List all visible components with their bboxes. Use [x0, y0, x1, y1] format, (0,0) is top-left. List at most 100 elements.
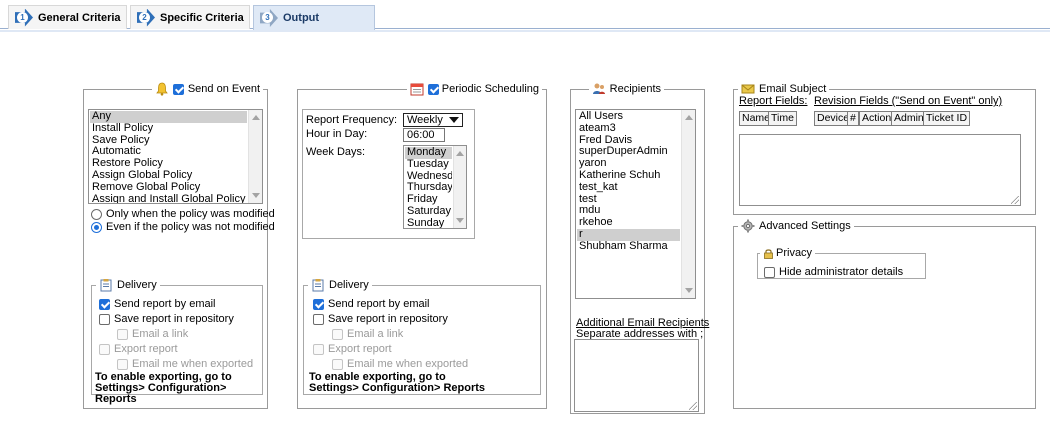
- privacy-legend: Privacy: [760, 247, 816, 259]
- export-report-label-mid: Export report: [328, 343, 392, 355]
- radio-only-modified[interactable]: Only when the policy was modified: [91, 208, 275, 220]
- send-on-event-title: Send on Event: [187, 83, 260, 95]
- send-email-option-left[interactable]: Send report by email: [99, 298, 216, 310]
- step-1-icon: 1: [15, 8, 33, 27]
- scroll-down-icon[interactable]: [252, 193, 260, 198]
- event-list-item[interactable]: Remove Global Policy: [90, 182, 247, 194]
- tab-output[interactable]: 3 Output: [253, 5, 375, 30]
- hide-admin-option[interactable]: Hide administrator details: [764, 266, 903, 278]
- send-email-checkbox-left[interactable]: [99, 298, 110, 310]
- event-listbox[interactable]: Any Install Policy Save Policy Automatic Res…: [88, 109, 263, 204]
- event-list-item[interactable]: Assign Global Policy: [90, 170, 247, 182]
- hide-admin-checkbox[interactable]: [764, 266, 775, 278]
- save-repo-option-left[interactable]: Save report in repository: [99, 313, 234, 325]
- send-email-checkbox-mid[interactable]: [313, 298, 324, 310]
- export-note-left: To enable exporting, go to Settings> Con…: [95, 371, 232, 405]
- recipient-list-item[interactable]: superDuperAdmin: [577, 146, 680, 158]
- advanced-settings-title: Advanced Settings: [759, 220, 851, 232]
- event-list-item[interactable]: Any: [90, 111, 247, 123]
- event-list-item[interactable]: Automatic: [90, 146, 247, 158]
- recipient-list-item[interactable]: Fred Davis: [577, 135, 680, 147]
- recipient-list-item[interactable]: yaron: [577, 158, 680, 170]
- field-action-button[interactable]: Action: [859, 111, 895, 126]
- save-repo-checkbox-mid[interactable]: [313, 313, 324, 325]
- event-list-scrollbar[interactable]: [248, 110, 262, 203]
- scroll-up-icon[interactable]: [685, 115, 693, 120]
- recipient-list-item[interactable]: r: [577, 228, 680, 241]
- weekdays-label: Week Days:: [306, 146, 366, 158]
- weekday-list-item[interactable]: Thursday: [405, 182, 452, 194]
- additional-recipients-textarea[interactable]: [574, 339, 699, 412]
- tab-specific-criteria-label: Specific Criteria: [160, 11, 244, 24]
- weekdays-scrollbar[interactable]: [453, 146, 466, 228]
- hour-input[interactable]: 06:00: [403, 128, 445, 142]
- lock-icon: [763, 248, 774, 259]
- recipients-title: Recipients: [609, 83, 661, 95]
- send-on-event-legend: Send on Event: [151, 82, 263, 96]
- scroll-up-icon[interactable]: [456, 151, 464, 156]
- export-report-option-mid: Export report: [313, 343, 392, 355]
- email-link-checkbox-left: [117, 328, 128, 340]
- weekday-list-item[interactable]: Wednesday: [405, 171, 452, 183]
- weekday-list-item[interactable]: Saturday: [405, 206, 452, 218]
- resize-grip-icon[interactable]: [689, 402, 697, 410]
- send-email-option-mid[interactable]: Send report by email: [313, 298, 430, 310]
- weekdays-listbox[interactable]: MondayTuesdayWednesdayThursdayFridaySatu…: [403, 145, 467, 229]
- event-list-item[interactable]: Install Policy: [90, 123, 247, 135]
- radio-even-not-modified-label: Even if the policy was not modified: [106, 221, 275, 233]
- scroll-down-icon[interactable]: [685, 288, 693, 293]
- recipient-list-item[interactable]: test: [577, 194, 680, 206]
- email-subject-textarea[interactable]: [739, 134, 1021, 206]
- advanced-settings-legend: Advanced Settings: [738, 219, 854, 233]
- periodic-scheduling-checkbox[interactable]: [427, 83, 439, 95]
- save-repo-checkbox-left[interactable]: [99, 313, 110, 325]
- email-exported-checkbox-mid: [332, 358, 343, 370]
- field-number-button[interactable]: #: [847, 111, 859, 126]
- frequency-value: Weekly: [407, 114, 443, 126]
- frequency-select[interactable]: Weekly: [403, 113, 463, 127]
- event-list-item[interactable]: Assign and Install Global Policy: [90, 194, 247, 203]
- scroll-up-icon[interactable]: [252, 115, 260, 120]
- email-link-checkbox-mid: [332, 328, 343, 340]
- calendar-icon: [410, 82, 424, 96]
- send-on-event-panel: Send on Event Any Install Policy Save Poli…: [83, 82, 275, 409]
- recipient-list-item[interactable]: mdu: [577, 205, 680, 217]
- recipient-list-item[interactable]: rkehoe: [577, 217, 680, 229]
- tab-general-criteria[interactable]: 1 General Criteria: [8, 5, 127, 29]
- field-admin-button[interactable]: Admin: [891, 111, 927, 126]
- send-on-event-checkbox[interactable]: [172, 83, 184, 95]
- recipients-listbox[interactable]: All Users ateam3 Fred Davis superDuperAdmin…: [575, 109, 696, 299]
- tab-bar: 1 General Criteria 2 Specific Criteria 3…: [0, 0, 1050, 33]
- field-ticket-id-button[interactable]: Ticket ID: [923, 111, 971, 126]
- chevron-down-icon: [449, 117, 459, 123]
- weekday-list-item[interactable]: Sunday: [405, 218, 452, 228]
- weekday-list-item[interactable]: Friday: [405, 194, 452, 206]
- recipient-list-item[interactable]: test_kat: [577, 182, 680, 194]
- periodic-legend: Periodic Scheduling: [406, 82, 542, 96]
- recipient-list-item[interactable]: All Users: [577, 111, 680, 123]
- field-time-button[interactable]: Time: [768, 111, 797, 126]
- weekday-list-item[interactable]: Tuesday: [405, 159, 452, 171]
- save-repo-option-mid[interactable]: Save report in repository: [313, 313, 448, 325]
- radio-only-modified-button[interactable]: [91, 208, 102, 220]
- export-report-checkbox-mid: [313, 343, 324, 355]
- weekday-list-item[interactable]: Monday: [405, 147, 452, 159]
- schedule-box: Report Frequency: Weekly Hour in Day: 06…: [302, 109, 475, 239]
- tab-specific-criteria[interactable]: 2 Specific Criteria: [130, 5, 250, 29]
- clipboard-icon: [99, 278, 113, 292]
- resize-grip-icon[interactable]: [1011, 196, 1019, 204]
- recipients-scrollbar[interactable]: [681, 110, 695, 298]
- event-list-item[interactable]: Restore Policy: [90, 158, 247, 170]
- radio-even-not-modified-button[interactable]: [91, 221, 102, 233]
- recipient-list-item[interactable]: Shubham Sharma: [577, 241, 680, 253]
- export-note-mid: To enable exporting, go to Settings> Con…: [309, 371, 486, 394]
- recipient-list-item[interactable]: Katherine Schuh: [577, 170, 680, 182]
- email-link-option-left: Email a link: [117, 328, 188, 340]
- recipient-list-item[interactable]: ateam3: [577, 123, 680, 135]
- radio-even-not-modified[interactable]: Even if the policy was not modified: [91, 221, 275, 233]
- recipients-panel: Recipients All Users ateam3 Fred Davis supe…: [570, 82, 709, 414]
- delivery-box-left: Delivery Send report by email Save repor…: [91, 278, 263, 405]
- report-fields-label: Report Fields:: [739, 95, 808, 107]
- scroll-down-icon[interactable]: [456, 218, 464, 223]
- event-list-item[interactable]: Save Policy: [90, 135, 247, 147]
